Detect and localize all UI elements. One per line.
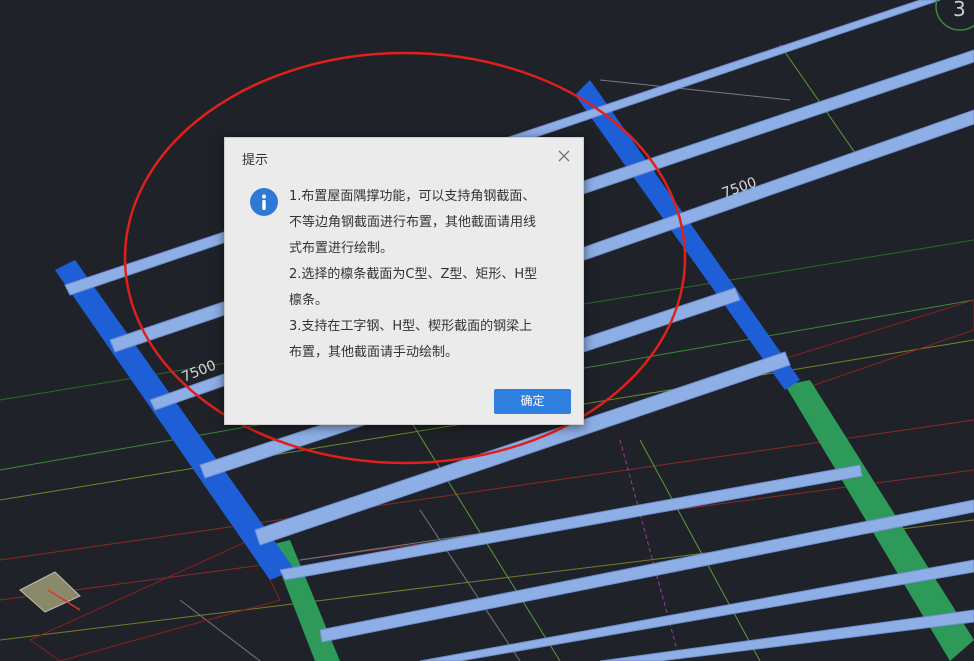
purlin bbox=[419, 559, 974, 661]
tip-dialog: 提示 1.布置屋面隅撑功能，可以支持角钢截面、 不等边角钢截面进行布置，其他截面… bbox=[224, 137, 584, 425]
message-line: 1.布置屋面隅撑功能，可以支持角钢截面、 不等边角钢截面进行布置，其他截面请用线… bbox=[289, 189, 537, 256]
grid-bubble-label: 3 bbox=[953, 0, 966, 21]
close-icon[interactable] bbox=[555, 147, 573, 165]
model-3d-viewport[interactable]: 7500 7500 3 提示 1.布置屋面隅撑功能，可以支持角钢截面、 不等边角… bbox=[0, 0, 974, 661]
ok-button[interactable]: 确定 bbox=[494, 389, 571, 414]
info-icon bbox=[250, 188, 278, 216]
dialog-title: 提示 bbox=[242, 153, 269, 168]
purlin bbox=[279, 464, 863, 581]
dialog-message: 1.布置屋面隅撑功能，可以支持角钢截面、 不等边角钢截面进行布置，其他截面请用线… bbox=[289, 184, 574, 366]
message-line: 3.支持在工字钢、H型、楔形截面的钢梁上 布置，其他截面请手动绘制。 bbox=[289, 319, 533, 360]
message-line: 2.选择的檩条截面为C型、Z型、矩形、H型 檩条。 bbox=[289, 267, 538, 308]
